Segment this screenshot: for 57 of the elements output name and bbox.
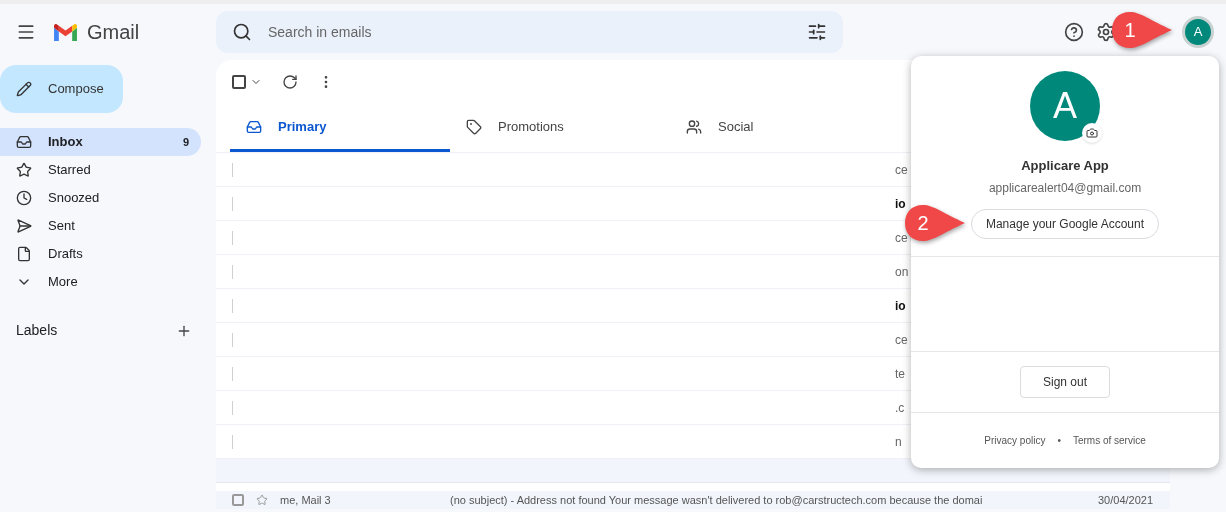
- inbox-icon: [16, 134, 32, 150]
- search-icon: [232, 22, 252, 42]
- people-icon: [686, 118, 702, 135]
- email-snippet: te: [895, 365, 905, 383]
- account-name: Applicare App: [1021, 157, 1109, 175]
- email-snippet: ce: [895, 229, 908, 247]
- email-snippet: io: [895, 297, 906, 315]
- search-field[interactable]: Search in emails: [268, 21, 791, 43]
- email-snippet: .c: [895, 399, 905, 417]
- email-snippet: ce: [895, 161, 908, 179]
- account-email: applicarealert04@gmail.com: [988, 179, 1142, 197]
- email-snippet: io: [895, 195, 906, 213]
- category-tab[interactable]: Social: [670, 104, 890, 152]
- settings-icon[interactable]: [1096, 22, 1116, 42]
- clock-icon: [16, 190, 32, 206]
- star-icon: [16, 162, 32, 178]
- app-name: Gmail: [87, 20, 140, 45]
- category-tab[interactable]: Promotions: [450, 104, 670, 152]
- filter-icon[interactable]: [807, 22, 827, 42]
- unread-count: 9: [182, 134, 190, 150]
- nav-item[interactable]: Drafts: [0, 240, 201, 268]
- privacy-policy-link[interactable]: Privacy policy: [984, 432, 1046, 448]
- compose-button[interactable]: Compose: [0, 65, 123, 113]
- email-snippet: n: [895, 433, 902, 451]
- star-icon[interactable]: [256, 494, 268, 506]
- inbox-icon: [246, 118, 262, 135]
- mail-logo-icon: [52, 21, 79, 43]
- help-icon[interactable]: [1064, 22, 1084, 42]
- file-icon: [16, 246, 32, 262]
- email-subject: (no subject) - Address not found Your message wasn't delivered to rob@carstructech.com because the domai: [450, 493, 984, 507]
- labels-heading: Labels: [16, 321, 58, 340]
- email-snippet: on: [895, 263, 909, 281]
- email-date: 30/04/2021: [1098, 493, 1154, 507]
- terms-of-service-link[interactable]: Terms of service: [1072, 432, 1146, 448]
- separator-dot: •: [1057, 433, 1061, 448]
- nav-item[interactable]: Snoozed: [0, 184, 201, 212]
- avatar[interactable]: A: [1182, 16, 1214, 48]
- category-tab[interactable]: Primary: [230, 104, 450, 152]
- pencil-icon: [16, 81, 32, 97]
- profile-avatar: A: [1030, 71, 1100, 141]
- sign-out-button[interactable]: Sign out: [1019, 365, 1110, 398]
- send-icon: [16, 218, 32, 234]
- nav-item[interactable]: Sent: [0, 212, 201, 240]
- tag-icon: [466, 118, 482, 135]
- email-sender: me, Mail 3: [280, 493, 332, 507]
- refresh-icon[interactable]: [282, 74, 298, 90]
- nav-item[interactable]: Inbox 9: [0, 128, 201, 156]
- email-snippet: ce: [895, 331, 908, 349]
- camera-icon[interactable]: [1082, 123, 1102, 143]
- nav-item[interactable]: Starred: [0, 156, 201, 184]
- callout-marker: 1: [1110, 10, 1174, 50]
- search-bar[interactable]: Search in emails: [216, 11, 843, 53]
- checkbox[interactable]: [232, 75, 246, 89]
- checkbox[interactable]: [232, 494, 244, 506]
- menu-icon[interactable]: [16, 22, 36, 42]
- nav-item[interactable]: More: [0, 268, 201, 296]
- email-row[interactable]: me, Mail 3 (no subject) - Address not found Your message wasn't delivered to rob@carstructech.com because the domai 30/04/2021: [216, 491, 1170, 509]
